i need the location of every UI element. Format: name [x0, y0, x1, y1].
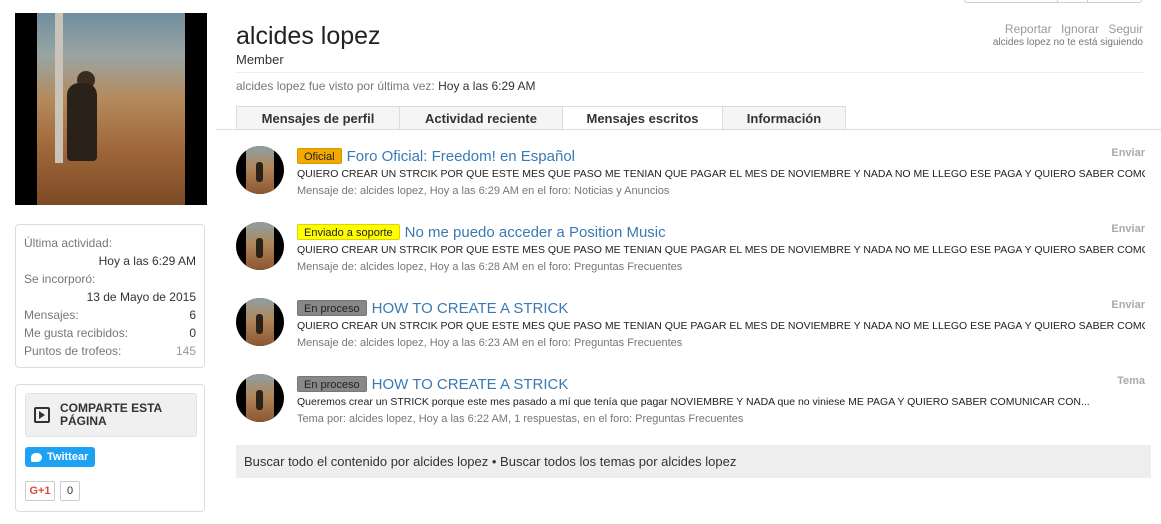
list-item: En proceso HOW TO CREATE A STRICK QUIERO…	[236, 290, 1148, 362]
stat-value[interactable]: 145	[176, 342, 196, 360]
joined-value: 13 de Mayo de 2015	[86, 290, 196, 304]
last-activity-value: Hoy a las 6:29 AM	[98, 254, 196, 268]
stat-likes: Me gusta recibidos: 0	[24, 324, 196, 342]
search-all-content-link[interactable]: Buscar todo el contenido por alcides lop…	[244, 454, 488, 469]
header-divider	[236, 72, 1144, 73]
forum-link[interactable]: Preguntas Frecuentes	[574, 261, 682, 273]
avatar-figure	[67, 83, 97, 161]
profile-username: alcides lopez	[236, 22, 381, 50]
profile-tabs: Mensajes de perfil Actividad reciente Me…	[236, 106, 846, 131]
meta-time: , Hoy a las 6:29 AM en el foro:	[423, 185, 571, 197]
search-footer: Buscar todo el contenido por alcides lop…	[236, 445, 1151, 478]
list-item: Oficial Foro Oficial: Freedom! en Españo…	[236, 138, 1148, 210]
forum-link[interactable]: Noticias y Anuncios	[574, 185, 669, 197]
last-seen-value: Hoy a las 6:29 AM	[438, 79, 536, 93]
profile-user-title: Member	[236, 52, 284, 67]
content-type-label: Enviar	[1111, 147, 1145, 159]
post-title-link[interactable]: Foro Oficial: Freedom! en Español	[347, 148, 575, 165]
profile-actions: Reportar Ignorar Seguir	[999, 22, 1143, 36]
twitter-bird-icon	[31, 452, 42, 462]
last-seen: alcides lopez fue visto por última vez: …	[236, 79, 536, 93]
google-plus-count: 0	[60, 481, 80, 501]
author-link[interactable]: alcides lopez	[360, 261, 424, 273]
post-meta: Tema por: alcides lopez, Hoy a las 6:22 …	[297, 413, 743, 425]
share-heading: COMPARTE ESTA PÁGINA	[25, 393, 197, 437]
prefix-badge: En proceso	[297, 300, 367, 316]
post-snippet: QUIERO CREAR UN STRCIK POR QUE ESTE MES …	[297, 244, 1145, 256]
forum-link[interactable]: Preguntas Frecuentes	[574, 337, 682, 349]
post-meta: Mensaje de: alcides lopez, Hoy a las 6:2…	[297, 261, 682, 273]
post-meta: Mensaje de: alcides lopez, Hoy a las 6:2…	[297, 337, 682, 349]
list-item: Enviado a soporte No me puedo acceder a …	[236, 214, 1148, 286]
report-link[interactable]: Reportar	[1005, 22, 1052, 36]
list-item: En proceso HOW TO CREATE A STRICK Querem…	[236, 366, 1148, 438]
prefix-badge: Oficial	[297, 148, 342, 164]
author-link[interactable]: alcides lopez	[360, 337, 424, 349]
stat-trophies: Puntos de trofeos: 145	[24, 342, 196, 360]
meta-prefix: Tema por:	[297, 413, 346, 425]
author-link[interactable]: alcides lopez	[360, 185, 424, 197]
joined-label: Se incorporó:	[24, 272, 96, 286]
follow-link[interactable]: Seguir	[1108, 22, 1143, 36]
stat-value: 6	[189, 308, 196, 322]
post-snippet: Queremos crear un STRICK porque este mes…	[297, 396, 1090, 408]
prefix-badge: En proceso	[297, 376, 367, 392]
post-avatar[interactable]	[236, 222, 284, 270]
stat-label: Mensajes:	[24, 308, 79, 322]
author-link[interactable]: alcides lopez	[349, 413, 413, 425]
tabs-underline	[216, 129, 1161, 130]
post-snippet: QUIERO CREAR UN STRCIK POR QUE ESTE MES …	[297, 168, 1145, 180]
profile-avatar[interactable]	[15, 13, 207, 205]
share-title-line2: PÁGINA	[60, 414, 107, 428]
share-icon	[34, 407, 50, 423]
post-avatar[interactable]	[236, 298, 284, 346]
avatar-pole	[55, 13, 63, 163]
meta-prefix: Mensaje de:	[297, 337, 357, 349]
post-title-link[interactable]: HOW TO CREATE A STRICK	[372, 300, 569, 317]
last-seen-label: alcides lopez fue visto por última vez:	[236, 79, 435, 93]
meta-time: , Hoy a las 6:23 AM en el foro:	[423, 337, 571, 349]
prefix-badge: Enviado a soporte	[297, 224, 400, 240]
content-type-label: Enviar	[1111, 223, 1145, 235]
stat-value: 0	[189, 326, 196, 340]
meta-prefix: Mensaje de:	[297, 185, 357, 197]
post-title-link[interactable]: HOW TO CREATE A STRICK	[372, 376, 569, 393]
post-avatar[interactable]	[236, 374, 284, 422]
tab-recent-activity[interactable]: Actividad reciente	[399, 106, 563, 130]
google-plus-button[interactable]: G+1	[25, 481, 55, 501]
forum-link[interactable]: Preguntas Frecuentes	[635, 413, 743, 425]
post-title-link[interactable]: No me puedo acceder a Position Music	[405, 224, 666, 241]
top-button-strip	[964, 0, 1142, 3]
share-box: COMPARTE ESTA PÁGINA Twittear G+1 0	[15, 384, 205, 512]
content-type-label: Tema	[1117, 375, 1145, 387]
stat-label: Puntos de trofeos:	[24, 344, 122, 358]
stat-messages: Mensajes: 6	[24, 306, 196, 324]
last-activity-label: Última actividad:	[24, 236, 113, 250]
post-avatar[interactable]	[236, 146, 284, 194]
tab-postings[interactable]: Mensajes escritos	[562, 106, 723, 131]
ignore-link[interactable]: Ignorar	[1061, 22, 1099, 36]
content-type-label: Enviar	[1111, 299, 1145, 311]
user-stats-box: Última actividad: Hoy a las 6:29 AM Se i…	[15, 224, 205, 368]
post-snippet: QUIERO CREAR UN STRCIK POR QUE ESTE MES …	[297, 320, 1145, 332]
meta-time: , Hoy a las 6:22 AM, 1 respuestas, en el…	[412, 413, 633, 425]
tweet-label: Twittear	[47, 451, 89, 463]
tweet-button[interactable]: Twittear	[25, 447, 95, 467]
post-meta: Mensaje de: alcides lopez, Hoy a las 6:2…	[297, 185, 669, 197]
follow-status: alcides lopez no te está siguiendo	[992, 37, 1143, 48]
search-all-threads-link[interactable]: Buscar todos los temas por alcides lopez	[500, 454, 736, 469]
tab-information[interactable]: Información	[722, 106, 846, 130]
meta-time: , Hoy a las 6:28 AM en el foro:	[423, 261, 571, 273]
share-title-line1: COMPARTE ESTA	[60, 401, 163, 415]
footer-separator: •	[488, 454, 501, 469]
tab-profile-posts[interactable]: Mensajes de perfil	[236, 106, 400, 130]
meta-prefix: Mensaje de:	[297, 261, 357, 273]
stat-label: Me gusta recibidos:	[24, 326, 129, 340]
